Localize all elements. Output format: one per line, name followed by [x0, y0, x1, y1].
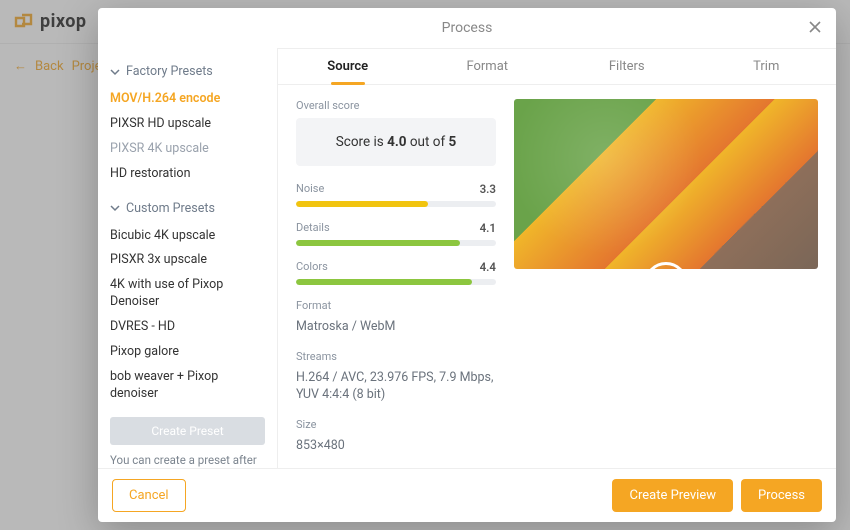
close-icon[interactable] [808, 20, 822, 38]
preset-item[interactable]: PISXR 3x upscale [110, 248, 265, 273]
preset-item[interactable]: MOV/H.264 encode [110, 87, 265, 112]
meter-bar [296, 201, 496, 207]
process-modal: Process Factory Presets MOV/H.264 encode… [98, 8, 836, 522]
meter-label: Details [296, 221, 330, 235]
overall-score-box: Score is 4.0 out of 5 [296, 118, 496, 166]
size-value: 853×480 [296, 437, 496, 455]
preset-item[interactable]: 4K with use of Pixop Denoiser [110, 273, 265, 315]
meter-colors: Colors 4.4 [296, 260, 496, 285]
format-value: Matroska / WebM [296, 318, 496, 336]
custom-presets-header[interactable]: Custom Presets [110, 201, 265, 216]
tab-filters[interactable]: Filters [557, 49, 697, 84]
create-preset-button: Create Preset [110, 417, 265, 445]
factory-presets-header[interactable]: Factory Presets [110, 64, 265, 79]
video-thumbnail [514, 99, 818, 468]
preset-item[interactable]: Pixop galore [110, 340, 265, 365]
create-preview-button[interactable]: Create Preview [612, 479, 733, 512]
process-button[interactable]: Process [741, 479, 822, 512]
size-label: Size [296, 418, 496, 431]
modal-footer: Cancel Create Preview Process [98, 468, 836, 522]
streams-label: Streams [296, 350, 496, 363]
source-panel: Overall score Score is 4.0 out of 5 Nois… [278, 85, 836, 468]
preset-sidebar: Factory Presets MOV/H.264 encodePIXSR HD… [98, 48, 278, 468]
chevron-down-icon [110, 203, 120, 213]
modal-header: Process [98, 8, 836, 48]
preset-hint: You can create a preset after changing t… [110, 453, 265, 469]
meter-value: 4.1 [480, 221, 496, 235]
play-icon[interactable] [644, 262, 688, 306]
meter-bar [296, 240, 496, 246]
modal-title: Process [442, 20, 493, 36]
preset-item[interactable]: PIXSR 4K upscale [110, 137, 265, 162]
tab-trim[interactable]: Trim [697, 49, 837, 84]
chevron-down-icon [110, 67, 120, 77]
overall-score-label: Overall score [296, 99, 496, 112]
preset-item[interactable]: Bicubic 4K upscale [110, 224, 265, 249]
meter-label: Noise [296, 182, 324, 196]
tab-format[interactable]: Format [418, 49, 558, 84]
cancel-button[interactable]: Cancel [112, 479, 186, 512]
preset-item[interactable]: DVRES - HD [110, 315, 265, 340]
modal-tabs: SourceFormatFiltersTrim [278, 48, 836, 85]
format-label: Format [296, 299, 496, 312]
meter-bar [296, 279, 496, 285]
tab-source[interactable]: Source [278, 49, 418, 84]
meter-value: 4.4 [480, 260, 496, 274]
streams-value: H.264 / AVC, 23.976 FPS, 7.9 Mbps, YUV 4… [296, 369, 496, 404]
meter-value: 3.3 [480, 182, 496, 196]
meter-label: Colors [296, 260, 328, 274]
preset-item[interactable]: PIXSR HD upscale [110, 112, 265, 137]
meter-noise: Noise 3.3 [296, 182, 496, 207]
preset-item[interactable]: HD restoration [110, 162, 265, 187]
preset-item[interactable]: bob weaver + Pixop denoiser [110, 365, 265, 407]
meter-details: Details 4.1 [296, 221, 496, 246]
thumbnail-image [514, 99, 818, 269]
